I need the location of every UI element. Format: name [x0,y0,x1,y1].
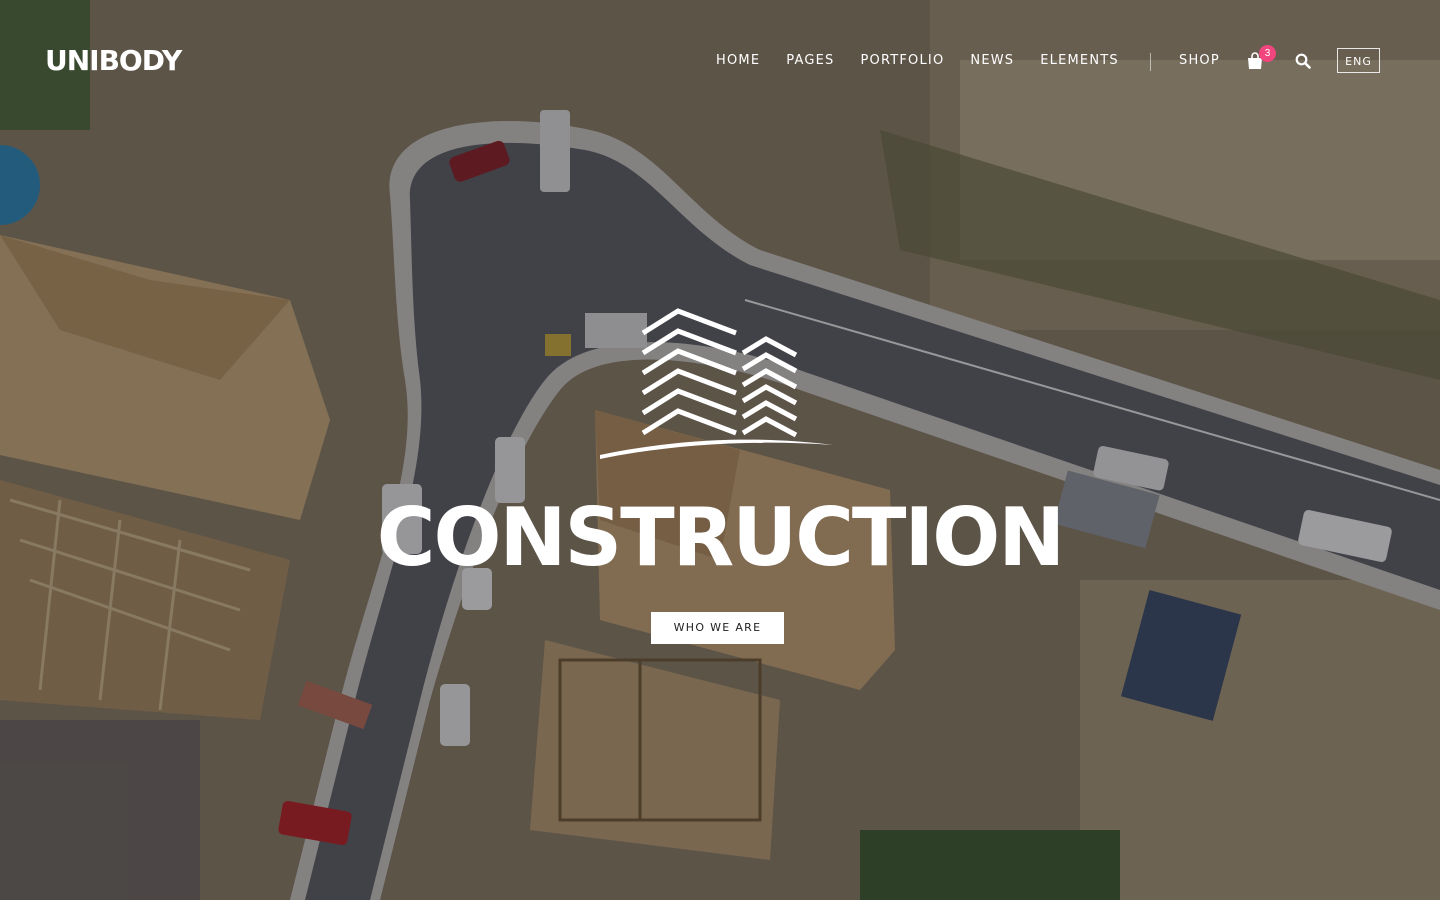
nav-item-news[interactable]: NEWS [970,53,1014,68]
search-icon[interactable] [1295,53,1311,69]
nav-item-pages[interactable]: PAGES [786,53,834,68]
main-nav: HOME PAGES PORTFOLIO NEWS ELEMENTS [716,53,1145,68]
nav-item-home[interactable]: HOME [716,53,760,68]
brand-logo[interactable]: UNIBODY [45,44,182,77]
language-switcher[interactable]: ENG [1337,48,1380,73]
nav-divider [1150,53,1151,71]
cart-count-badge: 3 [1259,45,1276,62]
nav-item-elements[interactable]: ELEMENTS [1040,53,1119,68]
who-we-are-button[interactable]: WHO WE ARE [651,612,784,644]
hero-title: CONSTRUCTION [376,491,1065,584]
nav-item-portfolio[interactable]: PORTFOLIO [860,53,944,68]
nav-item-shop[interactable]: SHOP [1179,53,1220,68]
buildings-logo-icon [600,308,833,459]
